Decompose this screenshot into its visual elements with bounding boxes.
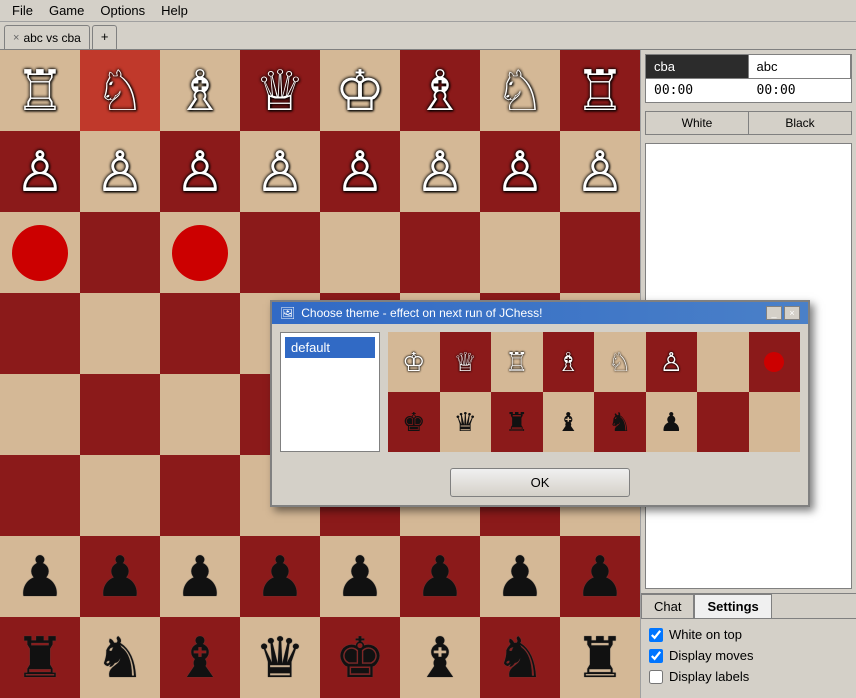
- player-row-names: cba abc: [646, 55, 851, 79]
- tab-bar: × abc vs cba +: [0, 22, 856, 50]
- menu-help[interactable]: Help: [153, 1, 196, 20]
- menu-bar: File Game Options Help: [0, 0, 856, 22]
- preview-cell: ♚: [388, 392, 440, 452]
- dialog-footer: OK: [272, 460, 808, 505]
- preview-piece: ♚: [402, 407, 425, 438]
- dialog-titlebar: 🖼 Choose theme - effect on next run of J…: [272, 302, 808, 324]
- main-content: ♖♘♗♕♔♗♘♖♙♙♙♙♙♙♙♙♟♟♟♟♟♟♟♟♜♞♝♛♚♝♞♜ 🖼 Choos…: [0, 50, 856, 698]
- tab-add-button[interactable]: +: [92, 25, 118, 49]
- preview-cell: ♘: [594, 332, 646, 392]
- white-on-top-row: White on top: [649, 627, 848, 642]
- preview-piece: ♔: [402, 347, 425, 378]
- theme-preview: ♔ ♕ ♖ ♗ ♘ ♙ ♚ ♛ ♜ ♝ ♞ ♟: [388, 332, 800, 452]
- color-tab-black[interactable]: Black: [749, 112, 851, 134]
- tab-close-icon[interactable]: ×: [13, 32, 19, 44]
- preview-cell: [697, 332, 749, 392]
- dialog-title-text: Choose theme - effect on next run of JCh…: [301, 306, 542, 320]
- preview-piece: ♝: [557, 407, 580, 438]
- chat-settings-tabs: Chat Settings: [641, 594, 856, 619]
- preview-cell: ♕: [440, 332, 492, 392]
- settings-content: White on top Display moves Display label…: [641, 619, 856, 698]
- black-player-time: 00:00: [646, 79, 749, 102]
- preview-piece: ♘: [608, 347, 631, 378]
- display-labels-row: Display labels: [649, 669, 848, 684]
- color-tabs: White Black: [645, 111, 852, 135]
- preview-cell: ♜: [491, 392, 543, 452]
- preview-cell: ♟: [646, 392, 698, 452]
- chat-tab[interactable]: Chat: [641, 594, 694, 618]
- board-area: ♖♘♗♕♔♗♘♖♙♙♙♙♙♙♙♙♟♟♟♟♟♟♟♟♜♞♝♛♚♝♞♜ 🖼 Choos…: [0, 50, 640, 698]
- preview-piece: ♞: [608, 407, 631, 438]
- tab-title: abc vs cba: [23, 31, 80, 45]
- dialog-minimize-button[interactable]: _: [766, 306, 782, 320]
- white-on-top-label: White on top: [669, 627, 742, 642]
- preview-cell: ♔: [388, 332, 440, 392]
- ok-button[interactable]: OK: [450, 468, 630, 497]
- preview-cell: ♗: [543, 332, 595, 392]
- theme-dialog: 🖼 Choose theme - effect on next run of J…: [270, 300, 810, 507]
- preview-piece: ♙: [660, 347, 683, 378]
- theme-item-default[interactable]: default: [285, 337, 375, 358]
- display-moves-checkbox[interactable]: [649, 649, 663, 663]
- player-info: cba abc 00:00 00:00: [645, 54, 852, 103]
- preview-piece: ♛: [454, 407, 477, 438]
- preview-cell: [749, 332, 801, 392]
- color-tab-white[interactable]: White: [646, 112, 749, 134]
- preview-piece: ♜: [505, 407, 528, 438]
- settings-tab[interactable]: Settings: [694, 594, 771, 618]
- main-tab[interactable]: × abc vs cba: [4, 25, 90, 49]
- menu-game[interactable]: Game: [41, 1, 92, 20]
- theme-list: default: [280, 332, 380, 452]
- display-labels-label: Display labels: [669, 669, 749, 684]
- preview-piece: ♖: [505, 347, 528, 378]
- menu-options[interactable]: Options: [92, 1, 153, 20]
- preview-cell: ♞: [594, 392, 646, 452]
- dialog-title-icons: _ ×: [766, 306, 800, 320]
- menu-file[interactable]: File: [4, 1, 41, 20]
- preview-piece: ♟: [660, 407, 683, 438]
- dialog-title-left: 🖼 Choose theme - effect on next run of J…: [280, 306, 542, 320]
- preview-cell: ♝: [543, 392, 595, 452]
- preview-cell: [697, 392, 749, 452]
- dialog-icon: 🖼: [280, 306, 295, 320]
- display-moves-label: Display moves: [669, 648, 754, 663]
- preview-cell: ♙: [646, 332, 698, 392]
- bottom-panel: Chat Settings White on top Display moves…: [641, 593, 856, 698]
- preview-piece: ♕: [454, 347, 477, 378]
- preview-cell: [749, 392, 801, 452]
- preview-cell: ♛: [440, 392, 492, 452]
- dialog-overlay: 🖼 Choose theme - effect on next run of J…: [0, 50, 640, 698]
- player-row-times: 00:00 00:00: [646, 79, 851, 102]
- preview-cell: ♖: [491, 332, 543, 392]
- dialog-close-button[interactable]: ×: [784, 306, 800, 320]
- dialog-body: default ♔ ♕ ♖ ♗ ♘ ♙ ♚ ♛ ♜ ♝ ♞ ♟: [272, 324, 808, 460]
- preview-piece: ♗: [557, 347, 580, 378]
- white-player-name: abc: [749, 55, 852, 78]
- white-player-time: 00:00: [749, 79, 852, 102]
- white-on-top-checkbox[interactable]: [649, 628, 663, 642]
- black-player-name: cba: [646, 55, 749, 78]
- display-labels-checkbox[interactable]: [649, 670, 663, 684]
- display-moves-row: Display moves: [649, 648, 848, 663]
